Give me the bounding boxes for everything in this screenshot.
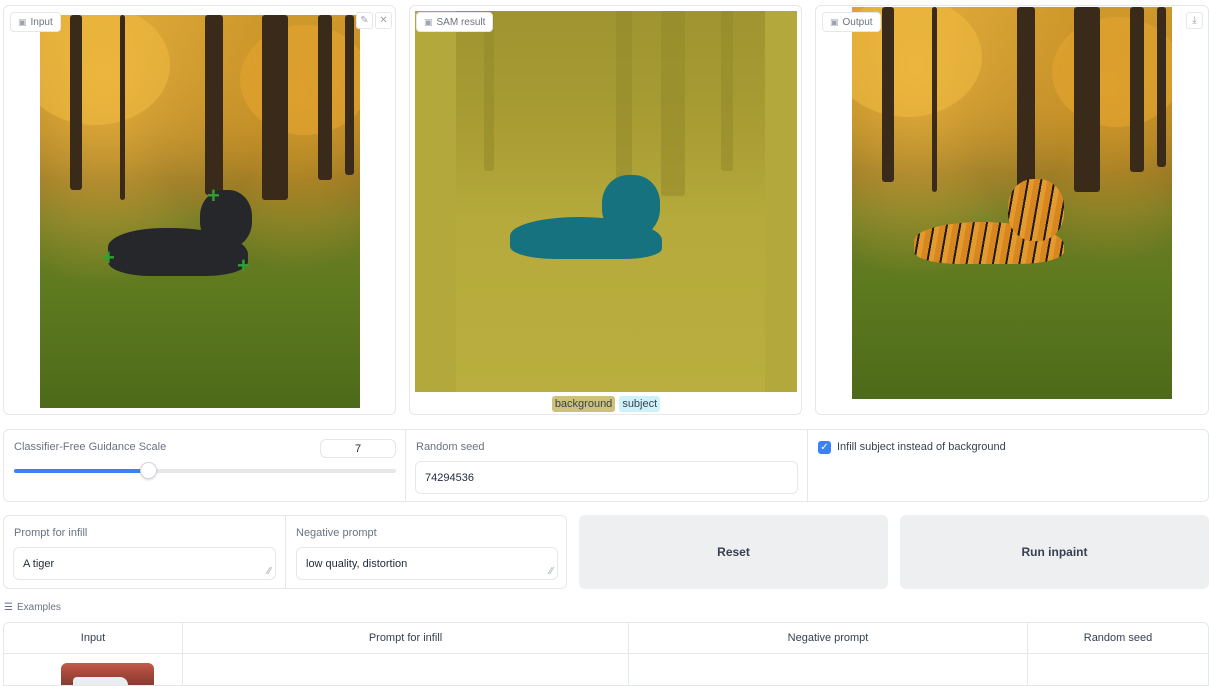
image-icon: ▣ [424,16,433,27]
download-button[interactable]: ⤓ [1186,12,1203,29]
infill-control: ✓ Infill subject instead of background [808,430,1208,501]
reset-button[interactable]: Reset [579,515,888,589]
image-icon: ▣ [830,16,839,27]
close-icon: ✕ [379,15,388,26]
cfg-control: Classifier-Free Guidance Scale 7 [4,430,406,501]
cfg-label: Classifier-Free Guidance Scale [14,441,167,453]
clear-image-button[interactable]: ✕ [375,12,392,29]
output-label: Output [842,16,873,28]
sam-result-panel: ▣ SAM result background subject [409,5,802,415]
output-label-tag: ▣ Output [822,12,881,32]
examples-table-header: Input Prompt for infill Negative prompt … [4,623,1208,654]
sam-mask-image [415,11,797,392]
infill-checkbox[interactable]: ✓ [818,441,831,454]
controls-row: Classifier-Free Guidance Scale 7 Random … [3,429,1209,502]
examples-title: Examples [16,602,61,613]
cfg-slider-thumb[interactable] [139,462,157,479]
input-image[interactable]: + + + [40,15,360,408]
cfg-slider-fill [14,469,148,473]
negative-prompt-label: Negative prompt [296,527,377,539]
sam-label-tag: ▣ SAM result [416,12,494,32]
image-icon: ▣ [18,16,27,27]
example-thumbnail[interactable] [61,663,154,685]
input-label: Input [30,16,53,28]
sam-legend: background subject [410,396,801,412]
column-header-prompt: Prompt for infill [183,623,629,653]
sam-label: SAM result [436,16,486,28]
column-header-input: Input [4,623,183,653]
output-image [852,7,1172,399]
pencil-icon: ✎ [360,15,369,26]
negative-prompt-textarea[interactable]: low quality, distortion ⁄⁄ [296,547,558,580]
resize-handle-icon[interactable]: ⁄⁄ [268,566,271,577]
download-icon: ⤓ [1192,15,1197,26]
point-marker: + [102,245,115,270]
column-header-seed: Random seed [1083,632,1153,644]
prompts-row: Prompt for infill A tiger ⁄⁄ Negative pr… [3,515,567,589]
cfg-slider-track[interactable] [14,462,396,479]
output-image-panel: ▣ Output ⤓ [815,5,1209,415]
input-image-panel: ▣ Input ✎ ✕ + + + [3,5,396,415]
table-row[interactable] [4,654,1208,685]
examples-table: Input Prompt for infill Negative prompt … [3,622,1209,686]
point-marker: + [207,183,220,208]
infill-prompt-textarea[interactable]: A tiger ⁄⁄ [13,547,276,580]
legend-subject: subject [619,396,661,412]
seed-input[interactable]: 74294536 [415,461,798,494]
column-header-negative: Negative prompt [629,623,1028,653]
infill-label: Infill subject instead of background [837,441,1006,453]
cfg-number-input[interactable]: 7 [320,439,396,458]
examples-header[interactable]: ☰ Examples [4,602,61,613]
infill-prompt-control: Prompt for infill A tiger ⁄⁄ [4,516,286,588]
menu-icon: ☰ [4,602,13,613]
input-label-tag: ▣ Input [10,12,61,32]
point-marker: + [237,253,250,278]
edit-button[interactable]: ✎ [356,12,373,29]
seed-control: Random seed 74294536 [406,430,808,501]
infill-prompt-value: A tiger [23,557,55,570]
negative-prompt-value: low quality, distortion [306,557,408,570]
resize-handle-icon[interactable]: ⁄⁄ [550,566,553,577]
run-inpaint-button[interactable]: Run inpaint [900,515,1209,589]
infill-prompt-label: Prompt for infill [14,527,88,539]
negative-prompt-control: Negative prompt low quality, distortion … [286,516,566,588]
legend-background: background [551,396,616,412]
seed-label: Random seed [416,441,485,453]
